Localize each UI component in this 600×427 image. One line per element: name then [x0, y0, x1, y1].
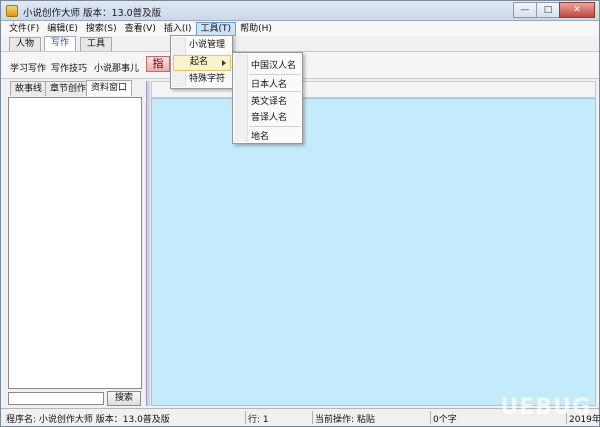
main-tab-row: 人物 写作 工具: [1, 36, 599, 51]
menu-item-special-chars[interactable]: 特殊字符: [173, 72, 231, 88]
menu-separator: [249, 126, 301, 127]
menu-item-novel-manage[interactable]: 小说管理: [173, 38, 231, 54]
minimize-button[interactable]: —: [513, 2, 537, 18]
menu-separator: [249, 74, 301, 75]
text-editor[interactable]: [151, 98, 596, 406]
left-panel: 故事线 章节创作 资料窗口 搜索: [6, 80, 144, 406]
maximize-button[interactable]: □: [536, 2, 560, 18]
menu-separator: [249, 91, 301, 92]
window-title: 小说创作大师 版本：13.0普及版: [23, 8, 162, 19]
menu-item-label: 起名: [190, 57, 209, 67]
menu-help[interactable]: 帮助(H): [236, 22, 276, 36]
tab-characters[interactable]: 人物: [9, 37, 42, 51]
red-action-button[interactable]: 指: [146, 56, 170, 72]
status-line: 行: 1: [248, 415, 269, 425]
menu-bar: 文件(F) 编辑(E) 搜索(S) 查看(V) 插入(I) 工具(T) 帮助(H…: [1, 21, 599, 36]
submenu-arrow-icon: [222, 60, 226, 66]
status-divider: [312, 411, 313, 424]
menu-insert[interactable]: 插入(I): [160, 22, 196, 36]
tab-writing[interactable]: 写作: [44, 36, 77, 51]
tab-materials[interactable]: 资料窗口: [86, 80, 133, 96]
menu-tools[interactable]: 工具(T): [195, 21, 237, 36]
learn-writing-link[interactable]: 学习写作: [10, 61, 46, 74]
status-chars: 0个字: [433, 415, 457, 425]
app-window: 小说创作大师 版本：13.0普及版 — □ ✕ 文件(F) 编辑(E) 搜索(S…: [0, 0, 600, 427]
submenu-item-phonetic-names[interactable]: 音译人名: [251, 110, 287, 123]
menu-gutter: [234, 54, 248, 142]
app-icon: [6, 5, 18, 17]
submenu-item-english-names[interactable]: 英文译名: [251, 94, 287, 107]
menu-item-label: 特殊字符: [189, 74, 226, 84]
status-divider: [430, 411, 431, 424]
status-operation: 当前操作: 粘贴: [315, 415, 375, 425]
materials-list[interactable]: [8, 97, 142, 389]
menu-search[interactable]: 搜索(S): [82, 22, 121, 36]
tab-tools[interactable]: 工具: [80, 37, 113, 51]
close-button[interactable]: ✕: [559, 2, 595, 18]
menu-item-label: 小说管理: [189, 40, 226, 50]
naming-submenu: 中国汉人名 日本人名 英文译名 音译人名 地名: [232, 52, 303, 144]
search-input[interactable]: [8, 392, 104, 405]
status-divider: [245, 411, 246, 424]
watermark: UEBUG: [500, 395, 591, 420]
writing-tips-link[interactable]: 写作技巧: [51, 61, 87, 74]
menu-file[interactable]: 文件(F): [5, 22, 43, 36]
search-button[interactable]: 搜索: [107, 391, 141, 406]
menu-item-naming[interactable]: 起名: [173, 55, 231, 71]
tab-chapters[interactable]: 章节创作: [45, 81, 92, 96]
submenu-item-chinese-names[interactable]: 中国汉人名: [251, 58, 296, 71]
tab-storyline[interactable]: 故事线: [10, 81, 48, 96]
title-bar: 小说创作大师 版本：13.0普及版 — □ ✕: [1, 1, 599, 21]
submenu-item-japanese-names[interactable]: 日本人名: [251, 77, 287, 90]
menu-view[interactable]: 查看(V): [121, 22, 160, 36]
status-program: 程序名: 小说创作大师 版本：13.0普及版: [6, 415, 170, 425]
novel-stories-link[interactable]: 小说那事儿: [94, 61, 139, 74]
panel-splitter[interactable]: [146, 81, 150, 406]
tools-dropdown: 小说管理 起名 特殊字符: [170, 35, 233, 89]
menu-edit[interactable]: 编辑(E): [43, 22, 82, 36]
submenu-item-place-names[interactable]: 地名: [251, 129, 269, 142]
